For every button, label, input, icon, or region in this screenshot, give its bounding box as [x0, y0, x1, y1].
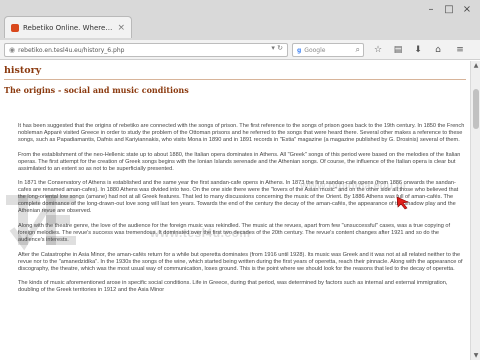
scroll-up-icon[interactable]: ▲ — [471, 62, 480, 69]
title-divider — [4, 79, 466, 80]
scrollbar-thumb[interactable] — [473, 89, 479, 129]
close-window-button[interactable]: × — [460, 4, 474, 15]
search-icon[interactable]: ⌕ — [356, 45, 360, 55]
paragraph: The kinds of music aforementioned arose … — [18, 280, 448, 294]
tab-strip: Rebetiko Online. Where re... × – □ × — [0, 0, 480, 40]
page-title: history — [4, 65, 42, 76]
section-heading: The origins - social and music condition… — [4, 85, 189, 95]
address-bar[interactable]: ◉ rebetiko.en.tesl4u.eu/history_6.php ▾ … — [4, 43, 288, 57]
vertical-scrollbar[interactable]: ▲ ▼ — [470, 61, 480, 360]
download-icon[interactable]: ⬇ — [412, 44, 424, 56]
menu-icon[interactable]: ≡ — [454, 44, 466, 56]
star-icon[interactable]: ☆ — [372, 44, 384, 56]
browser-tab[interactable]: Rebetiko Online. Where re... × — [4, 16, 132, 38]
tab-close-icon[interactable]: × — [117, 23, 125, 33]
article-body: It has been suggested that the origins o… — [18, 123, 466, 302]
web-page: history The origins - social and music c… — [0, 61, 470, 360]
globe-icon: ◉ — [9, 46, 16, 54]
watermark-url-secondary: www.diploma.edu.gr — [300, 180, 408, 192]
google-icon: g — [297, 46, 302, 54]
paragraph: After the Catastrophe in Asia Minor, the… — [18, 251, 463, 272]
paragraph: It has been suggested that the origins o… — [18, 123, 465, 143]
tab-title: Rebetiko Online. Where re... — [23, 23, 114, 32]
paragraph: From the establishment of the neo-Hellen… — [18, 151, 461, 172]
scroll-down-icon[interactable]: ▼ — [471, 352, 480, 359]
search-placeholder: Google — [304, 46, 326, 54]
reload-icon[interactable]: ▾ ↻ — [271, 44, 283, 52]
minimize-button[interactable]: – — [424, 4, 438, 15]
clipboard-icon[interactable]: ▤ — [392, 44, 404, 56]
search-input[interactable]: g Google ⌕ — [292, 43, 364, 57]
site-favicon-icon — [11, 23, 19, 32]
maximize-button[interactable]: □ — [442, 4, 456, 15]
navigation-bar: ◉ rebetiko.en.tesl4u.eu/history_6.php ▾ … — [0, 40, 480, 60]
watermark-url: www.tesl4u.com — [150, 226, 251, 240]
pointer-cursor-icon — [396, 196, 409, 210]
home-icon[interactable]: ⌂ — [432, 44, 444, 56]
url-text: rebetiko.en.tesl4u.eu/history_6.php — [18, 46, 125, 54]
